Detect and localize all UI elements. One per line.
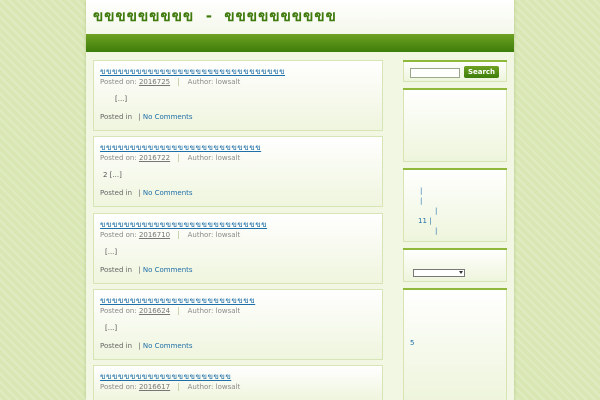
post-1: ขขขขขขขขขขขขขขขขขขขขขขขขขขขขขขข Posted o… bbox=[93, 60, 383, 131]
sidebar-count-widget: 5 bbox=[403, 288, 507, 400]
post-excerpt: [...] bbox=[105, 248, 118, 256]
search-input[interactable] bbox=[410, 68, 460, 78]
footer-divider: | bbox=[138, 113, 141, 121]
post-title[interactable]: ขขขขขขขขขขขขขขขขขขขขขขขขขขขข bbox=[100, 218, 267, 231]
sidebar-links-widget: | | | 11 | | bbox=[403, 168, 507, 242]
widget-count[interactable]: 5 bbox=[410, 339, 414, 347]
search-button[interactable]: Search bbox=[464, 66, 499, 78]
post-footer: Posted in | No Comments bbox=[100, 342, 193, 350]
footer-divider: | bbox=[138, 342, 141, 350]
post-author: Author: lowsalt bbox=[187, 78, 241, 86]
sidebar-search-widget: Search bbox=[403, 60, 507, 82]
post-author: Author: lowsalt bbox=[187, 383, 241, 391]
footer-divider: | bbox=[138, 189, 141, 197]
nav-bar bbox=[86, 34, 514, 52]
posted-in-label: Posted in bbox=[100, 266, 133, 274]
post-title[interactable]: ขขขขขขขขขขขขขขขขขขขขขข bbox=[100, 370, 231, 383]
comments-link[interactable]: No Comments bbox=[143, 342, 193, 350]
post-3: ขขขขขขขขขขขขขขขขขขขขขขขขขขขข Posted on: … bbox=[93, 213, 383, 284]
post-title[interactable]: ขขขขขขขขขขขขขขขขขขขขขขขขขขขขขขข bbox=[100, 65, 285, 78]
meta-divider bbox=[178, 383, 180, 391]
post-date[interactable]: 2016725 bbox=[139, 78, 170, 86]
posted-on-label: Posted on: bbox=[100, 154, 137, 162]
post-title[interactable]: ขขขขขขขขขขขขขขขขขขขขขขขขขขข bbox=[100, 141, 261, 154]
post-meta: Posted on: 2016722 Author: lowsalt bbox=[100, 154, 240, 162]
archive-select[interactable] bbox=[413, 269, 465, 277]
sidebar-link[interactable]: | bbox=[435, 227, 437, 235]
post-meta: Posted on: 2016725 Author: lowsalt bbox=[100, 78, 240, 86]
site-title[interactable]: ขขขขขขขขข - ขขขขขขขขขข bbox=[93, 4, 337, 28]
sidebar-archive-widget bbox=[403, 248, 507, 282]
posted-in-label: Posted in bbox=[100, 113, 133, 121]
comments-link[interactable]: No Comments bbox=[143, 266, 193, 274]
post-excerpt: 2 [...] bbox=[103, 171, 122, 179]
post-footer: Posted in | No Comments bbox=[100, 189, 193, 197]
meta-divider bbox=[178, 154, 180, 162]
post-meta: Posted on: 2016617 Author: lowsalt bbox=[100, 383, 240, 391]
posted-on-label: Posted on: bbox=[100, 231, 137, 239]
post-title[interactable]: ขขขขขขขขขขขขขขขขขขขขขขขขขข bbox=[100, 294, 255, 307]
post-2: ขขขขขขขขขขขขขขขขขขขขขขขขขขข Posted on: 2… bbox=[93, 136, 383, 207]
post-date[interactable]: 2016617 bbox=[139, 383, 170, 391]
post-meta: Posted on: 2016624 Author: lowsalt bbox=[100, 307, 240, 315]
post-author: Author: lowsalt bbox=[187, 231, 241, 239]
post-footer: Posted in | No Comments bbox=[100, 266, 193, 274]
post-date[interactable]: 2016710 bbox=[139, 231, 170, 239]
posted-on-label: Posted on: bbox=[100, 307, 137, 315]
sidebar-link[interactable]: | bbox=[420, 187, 422, 195]
post-author: Author: lowsalt bbox=[187, 307, 241, 315]
comments-link[interactable]: No Comments bbox=[143, 189, 193, 197]
post-author: Author: lowsalt bbox=[187, 154, 241, 162]
post-5: ขขขขขขขขขขขขขขขขขขขขขข Posted on: 201661… bbox=[93, 365, 383, 400]
site-header: ขขขขขขขขข - ขขขขขขขขขข bbox=[86, 0, 514, 34]
sidebar-link[interactable]: | bbox=[420, 197, 422, 205]
footer-divider: | bbox=[138, 266, 141, 274]
sidebar-link[interactable]: 11 | bbox=[418, 217, 432, 225]
post-4: ขขขขขขขขขขขขขขขขขขขขขขขขขข Posted on: 20… bbox=[93, 289, 383, 360]
post-date[interactable]: 2016722 bbox=[139, 154, 170, 162]
post-excerpt: [...] bbox=[115, 95, 128, 103]
sidebar-link[interactable]: | bbox=[435, 207, 437, 215]
posted-on-label: Posted on: bbox=[100, 78, 137, 86]
sidebar-widget-empty bbox=[403, 88, 507, 162]
comments-link[interactable]: No Comments bbox=[143, 113, 193, 121]
meta-divider bbox=[178, 231, 180, 239]
posted-on-label: Posted on: bbox=[100, 383, 137, 391]
post-footer: Posted in | No Comments bbox=[100, 113, 193, 121]
meta-divider bbox=[178, 307, 180, 315]
page-wrapper: ขขขขขขขขข - ขขขขขขขขขข ขขขขขขขขขขขขขขขขข… bbox=[86, 0, 514, 400]
meta-divider bbox=[178, 78, 180, 86]
post-date[interactable]: 2016624 bbox=[139, 307, 170, 315]
post-meta: Posted on: 2016710 Author: lowsalt bbox=[100, 231, 240, 239]
post-excerpt: [...] bbox=[105, 324, 118, 332]
posted-in-label: Posted in bbox=[100, 342, 133, 350]
chevron-down-icon bbox=[459, 271, 463, 274]
posted-in-label: Posted in bbox=[100, 189, 133, 197]
